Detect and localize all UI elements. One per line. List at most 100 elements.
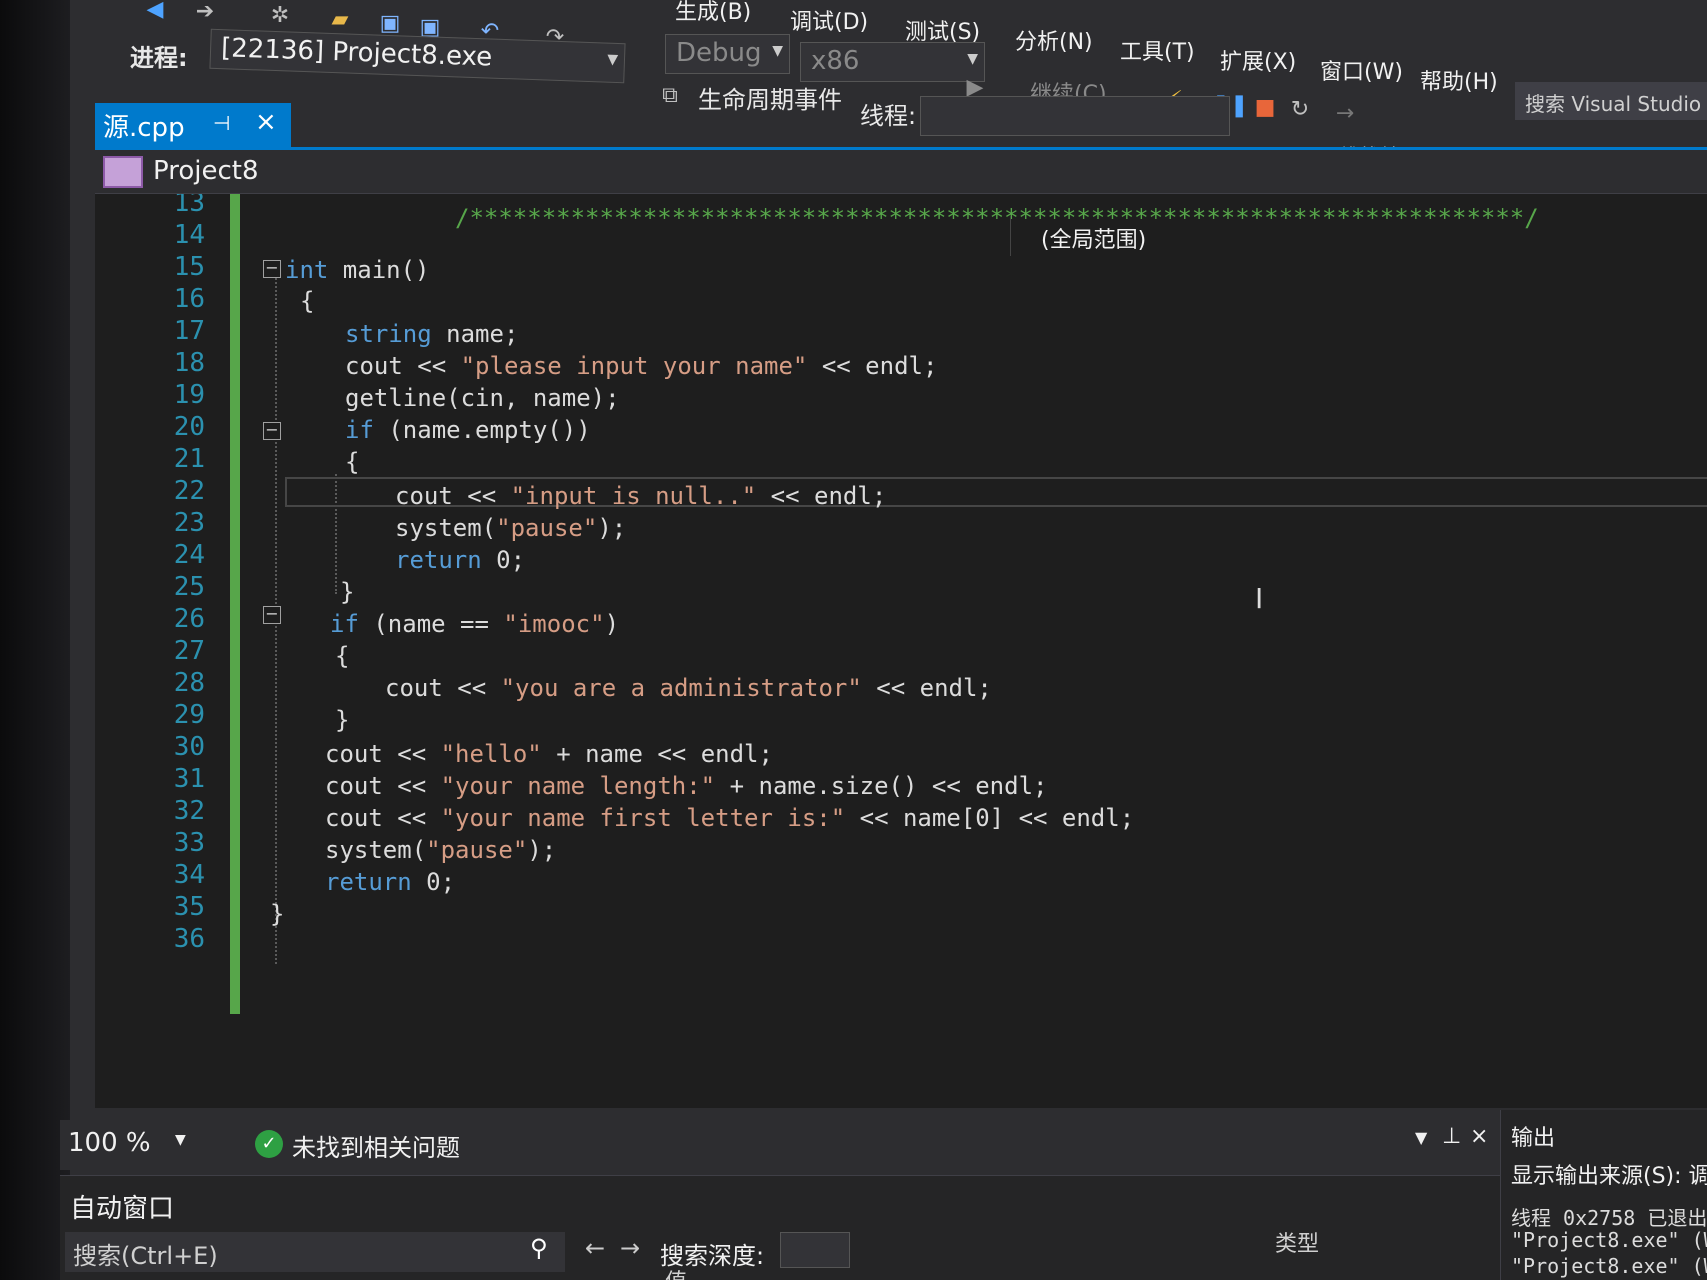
column-type-header[interactable]: 类型 <box>1275 1226 1319 1258</box>
chevron-down-icon: ▼ <box>175 1132 186 1148</box>
code-text: ); <box>597 514 627 542</box>
line-number: 15 <box>173 252 205 282</box>
close-icon[interactable]: × <box>1470 1124 1488 1149</box>
code-text: cout << <box>325 740 441 768</box>
search-icon[interactable]: ⚲ <box>530 1234 548 1262</box>
line-number: 23 <box>173 508 205 538</box>
zoom-combo[interactable]: 100 % ▼ <box>60 1126 200 1162</box>
chevron-down-icon: ▼ <box>772 43 783 59</box>
line-number: 20 <box>173 412 205 442</box>
code-text: << endl; <box>861 674 992 702</box>
line-number: 24 <box>173 540 205 570</box>
output-window: 输出 显示输出来源(S): 调试 线程 0x2758 已退出 "Project8… <box>1500 1110 1707 1280</box>
line-number: 33 <box>173 828 205 858</box>
project-combo[interactable]: Project8 <box>153 156 259 186</box>
code-text: 0; <box>411 868 456 896</box>
project-icon <box>103 156 143 188</box>
output-line: 线程 0x2758 已退出 <box>1511 1206 1707 1230</box>
code-line-26: if (name == "imooc") <box>330 610 619 638</box>
code-line-34: return 0; <box>325 868 455 896</box>
fold-toggle-icon[interactable]: − <box>263 606 281 624</box>
save-icon[interactable]: ▣ <box>375 8 405 38</box>
document-tab-strip: 源.cpp ⊣ × <box>95 103 1707 147</box>
code-text: cout << <box>395 482 511 510</box>
chevron-down-icon[interactable]: ▼ <box>1415 1128 1427 1147</box>
configuration-combo[interactable]: Debug ▼ <box>665 34 790 74</box>
code-line-30: cout << "hello" + name << endl; <box>325 740 773 768</box>
line-number: 21 <box>173 444 205 474</box>
close-icon[interactable]: × <box>255 107 277 137</box>
code-line-22: cout << "input is null.." << endl; <box>395 482 886 510</box>
autos-search-input[interactable]: 搜索(Ctrl+E) <box>65 1232 565 1272</box>
pin-icon[interactable]: ⊥ <box>1442 1124 1461 1149</box>
code-line-31: cout << "your name length:" + name.size(… <box>325 772 1047 800</box>
code-text: + name.size() << endl; <box>715 772 1048 800</box>
change-tracking-bar <box>230 194 240 1014</box>
autos-window: 自动窗口 搜索(Ctrl+E) ⚲ ← → 搜索深度: 类型 值 <box>60 1175 1500 1280</box>
code-editor[interactable]: 13 14 15 16 17 18 19 20 21 22 23 24 25 26 27 28 29 30 31 32… <box>95 194 1707 1108</box>
pin-icon[interactable]: ⊣ <box>213 111 230 135</box>
code-text: (name == <box>358 610 504 638</box>
zoom-value: 100 % <box>68 1128 151 1158</box>
output-source-combo[interactable]: 调试 <box>1689 1164 1707 1189</box>
tab-source-cpp[interactable]: 源.cpp ⊣ × <box>95 103 291 147</box>
code-text: cout << <box>325 804 441 832</box>
code-line-19: getline(cin, name); <box>345 384 620 412</box>
platform-value: x86 <box>811 46 860 76</box>
keyword: return <box>395 546 482 574</box>
arrow-left-icon[interactable]: ← <box>585 1234 605 1262</box>
string-literal: "imooc" <box>503 610 605 638</box>
platform-combo[interactable]: x86 ▼ <box>800 42 985 82</box>
column-value-header[interactable]: 值 <box>665 1264 687 1280</box>
keyword: if <box>330 610 359 638</box>
string-literal: "input is null.." <box>510 482 757 510</box>
string-literal: "pause" <box>496 514 598 542</box>
line-number: 31 <box>173 764 205 794</box>
text-cursor-icon: I <box>1255 582 1264 615</box>
code-line-17: string name; <box>345 320 518 348</box>
code-text: system( <box>325 836 427 864</box>
string-literal: "your name first letter is:" <box>440 804 846 832</box>
fold-toggle-icon[interactable]: − <box>263 422 281 440</box>
new-item-icon[interactable]: ✲ <box>265 0 295 30</box>
check-icon: ✓ <box>255 1130 283 1158</box>
code-line-21: { <box>345 448 360 476</box>
line-number: 25 <box>173 572 205 602</box>
line-number: 27 <box>173 636 205 666</box>
code-text: cout << <box>345 352 461 380</box>
keyword: if <box>345 416 374 444</box>
code-text: main() <box>328 256 430 284</box>
code-text: name; <box>431 320 519 348</box>
tab-label: 源.cpp <box>103 113 185 143</box>
monitor-bezel <box>0 0 70 1280</box>
search-depth-combo[interactable] <box>780 1232 850 1268</box>
arrow-right-icon[interactable]: → <box>620 1234 640 1262</box>
scope-combo[interactable]: (全局范围) <box>1010 216 1707 256</box>
forward-icon[interactable]: ➔ <box>190 0 220 26</box>
code-line-35: } <box>270 900 285 928</box>
line-number: 35 <box>173 892 205 922</box>
string-literal: "please input your name" <box>460 352 808 380</box>
code-text: 0; <box>481 546 526 574</box>
back-icon[interactable]: ◀ <box>140 0 170 24</box>
line-number: 36 <box>173 924 205 954</box>
line-number: 13 <box>173 194 205 218</box>
open-folder-icon[interactable]: ▰ <box>325 4 355 34</box>
code-line-15: int main() <box>285 256 430 284</box>
code-line-16: { <box>300 287 315 315</box>
code-text: cout << <box>325 772 441 800</box>
code-text: ); <box>527 836 557 864</box>
string-literal: "you are a administrator" <box>500 674 862 702</box>
code-line-23: system("pause"); <box>395 514 626 542</box>
code-text: system( <box>395 514 497 542</box>
keyword: int <box>285 256 329 284</box>
line-number: 14 <box>173 220 205 250</box>
code-line-27: { <box>335 642 350 670</box>
issues-status[interactable]: 未找到相关问题 <box>292 1128 460 1163</box>
fold-toggle-icon[interactable]: − <box>263 260 281 278</box>
code-text: (name.empty()) <box>373 416 591 444</box>
process-label: 进程: <box>130 44 188 72</box>
line-number: 32 <box>173 796 205 826</box>
output-source-label: 显示输出来源(S): 调试 <box>1511 1158 1707 1190</box>
line-number: 17 <box>173 316 205 346</box>
